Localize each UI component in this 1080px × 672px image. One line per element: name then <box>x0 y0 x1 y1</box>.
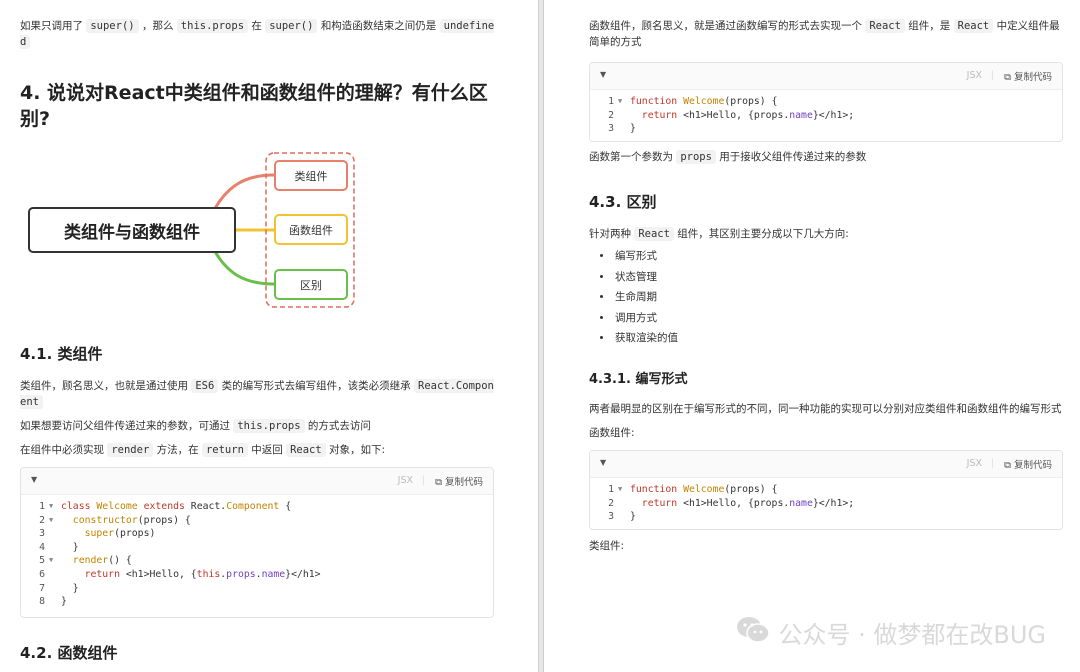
code-block-function-component-2: ▼ JSX | ⧉ 复制代码 1 ▼ function Welcome(props)… <box>589 450 1063 530</box>
mind-map: 类组件与函数组件 类组件 函数组件 区别 <box>26 150 366 310</box>
collapse-toggle-icon[interactable]: ▼ <box>31 475 37 484</box>
r-paragraph-2: 函数第一个参数为 props 用于接收父组件传递过来的参数 <box>589 150 867 164</box>
s41-paragraph-3: 在组件中必须实现 render 方法，在 return 中返回 React 对象… <box>20 443 386 457</box>
list-item: 编写形式 <box>613 246 678 267</box>
section-4-3-heading: 4.3. 区别 <box>589 193 657 211</box>
r-paragraph-4: 两者最明显的区别在于编写形式的不同，同一种功能的实现可以分别对应类组件和函数组件… <box>589 403 1062 415</box>
code-block-class-component: ▼ JSX | ⧉ 复制代码 1 ▼ class Welcome extends R… <box>20 467 494 618</box>
collapse-toggle-icon[interactable]: ▼ <box>600 70 606 79</box>
code-language-label: JSX <box>966 70 982 81</box>
right-page: 函数组件，顾名思义，就是通过函数编写的形式去实现一个 React 组件，是 Re… <box>544 0 1080 672</box>
copy-icon: ⧉ <box>1004 460 1011 471</box>
mind-map-node-difference: 区别 <box>274 269 348 300</box>
left-page: 如果只调用了 super() ，那么 this.props 在 super() … <box>0 0 538 672</box>
copy-icon: ⧉ <box>1004 72 1011 83</box>
mind-map-center-node: 类组件与函数组件 <box>28 207 236 253</box>
code-block-header: ▼ JSX | ⧉ 复制代码 <box>590 451 1062 478</box>
code-block-header: ▼ JSX | ⧉ 复制代码 <box>21 468 493 495</box>
copy-code-button[interactable]: ⧉ 复制代码 <box>435 474 483 488</box>
section-4-1-heading: 4.1. 类组件 <box>20 345 103 363</box>
wechat-icon <box>736 616 771 650</box>
code-content: 1 ▼ function Welcome(props) { 2 return <h1… <box>608 96 855 135</box>
mind-map-node-function: 函数组件 <box>274 214 348 245</box>
collapse-toggle-icon[interactable]: ▼ <box>600 458 606 467</box>
copy-code-button[interactable]: ⧉ 复制代码 <box>1004 69 1052 83</box>
code-block-header: ▼ JSX | ⧉ 复制代码 <box>590 63 1062 90</box>
code-content: 1 ▼ function Welcome(props) { 2 return <h1… <box>608 484 855 523</box>
intro-paragraph: 如果只调用了 super() ，那么 this.props 在 super() … <box>20 19 495 49</box>
r-paragraph-6: 类组件: <box>589 540 625 552</box>
section-4-heading: 4. 说说对React中类组件和函数组件的理解？有什么区别? <box>20 82 488 130</box>
watermark: 公众号 · 做梦都在改BUG <box>736 615 1046 650</box>
list-item: 调用方式 <box>613 308 678 329</box>
list-item: 获取渲染的值 <box>613 328 678 349</box>
copy-code-button[interactable]: ⧉ 复制代码 <box>1004 457 1052 471</box>
r-paragraph-5: 函数组件: <box>589 427 635 439</box>
r-paragraph-1: 函数组件，顾名思义，就是通过函数编写的形式去实现一个 React 组件，是 Re… <box>589 19 1060 48</box>
s41-paragraph-1: 类组件，顾名思义，也就是通过使用 ES6 类的编写形式去编写组件，该类必须继承 … <box>20 379 494 409</box>
list-item: 生命周期 <box>613 287 678 308</box>
copy-icon: ⧉ <box>435 477 442 488</box>
section-4-2-heading: 4.2. 函数组件 <box>20 644 118 662</box>
section-4-3-1-heading: 4.3.1. 编写形式 <box>589 372 688 387</box>
difference-list: 编写形式 状态管理 生命周期 调用方式 获取渲染的值 <box>589 246 678 349</box>
code-block-function-component-1: ▼ JSX | ⧉ 复制代码 1 ▼ function Welcome(props)… <box>589 62 1063 142</box>
code-content: 1 ▼ class Welcome extends React.Component … <box>39 501 321 608</box>
code-language-label: JSX <box>966 458 982 469</box>
r-paragraph-3: 针对两种 React 组件，其区别主要分成以下几大方向: <box>589 227 849 241</box>
list-item: 状态管理 <box>613 267 678 288</box>
mind-map-node-class: 类组件 <box>274 160 348 191</box>
code-language-label: JSX <box>397 475 413 486</box>
s41-paragraph-2: 如果想要访问父组件传递过来的参数，可通过 this.props 的方式去访问 <box>20 419 371 433</box>
